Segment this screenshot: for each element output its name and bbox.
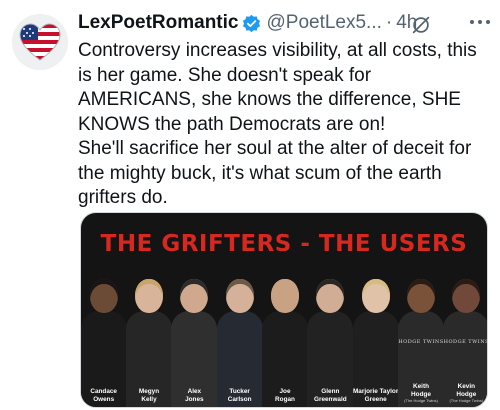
person-head <box>407 279 435 313</box>
person-caption: Glenn Greenwald <box>313 388 347 403</box>
person-head <box>271 279 299 313</box>
tweet-text: Controversy increases visibility, at all… <box>78 40 477 208</box>
display-name[interactable]: LexPoetRomantic <box>78 12 238 34</box>
person-caption: Keith Hodge (The Hodge Twins) <box>398 383 444 403</box>
person-caption: Tucker Carlson <box>227 388 252 403</box>
person-caption: Candace Owens <box>90 388 117 403</box>
media-people: Candace Owens Megyn Kelly Alex Jones Tucker… <box>81 257 488 407</box>
user-handle[interactable]: @PoetLex5... <box>266 12 381 34</box>
person-caption-sub: (The Hodge Twins) <box>404 398 438 403</box>
grok-icon[interactable] <box>410 14 432 36</box>
tweet-content: LexPoetRomantic @PoetLex5... · 4h Contro… <box>78 8 492 211</box>
person-head <box>180 279 209 313</box>
person-head <box>452 279 481 313</box>
avatar[interactable] <box>12 14 68 70</box>
person-head <box>89 279 118 313</box>
shirt-print: HODGE TWINS <box>443 339 488 345</box>
media-title: THE GRIFTERS - THE USERS <box>100 231 468 257</box>
more-options-icon[interactable] <box>466 12 494 32</box>
person-caption-sub: (The Hodge Twins) <box>449 398 484 403</box>
person-head <box>316 279 345 313</box>
person-caption: Marjorie Taylor Greene <box>352 388 399 403</box>
tweet-media-image[interactable]: THE GRIFTERS - THE USERS Candace Owens Me… <box>80 212 488 408</box>
heart-flag-avatar-icon <box>12 14 68 70</box>
person-head <box>135 279 163 313</box>
person-caption: Kevin Hodge (The Hodge Twins) <box>443 383 487 403</box>
verified-badge-icon <box>242 14 261 33</box>
separator-dot: · <box>385 12 393 33</box>
person-caption: Joe Rogan <box>275 388 295 403</box>
person-caption: Alex Jones <box>185 388 204 403</box>
person-head <box>361 279 390 313</box>
tweet[interactable]: LexPoetRomantic @PoetLex5... · 4h Contro… <box>0 0 500 410</box>
shirt-print: HODGE TWINS <box>398 339 444 345</box>
person-head <box>225 279 254 313</box>
person-caption: Megyn Kelly <box>138 388 160 403</box>
